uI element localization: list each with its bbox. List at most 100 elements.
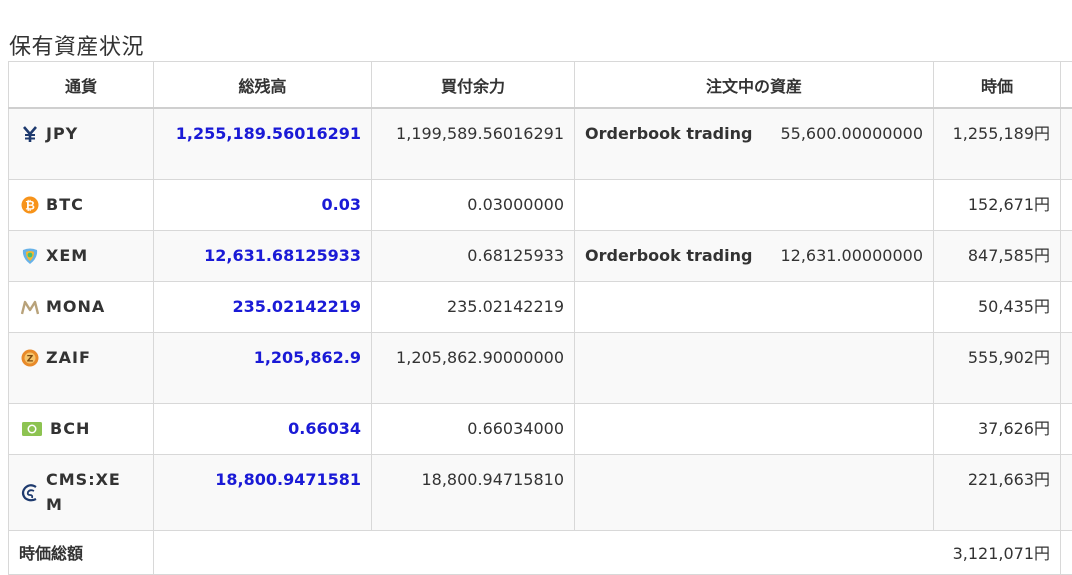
total-balance: 0.66034 [154, 404, 371, 441]
total-balance: 235.02142219 [154, 282, 371, 319]
buying-power-cell: 1,199,589.5601629​1 [372, 108, 575, 179]
col-header-market-value: 時価 [934, 62, 1061, 109]
spacer-cell [1061, 281, 1072, 332]
currency-name: JPY [46, 121, 78, 146]
table-row: XEM 12,631.68125933 0.68125933 Orderbook… [9, 230, 1072, 281]
buying-power: 0.68125933 [372, 231, 574, 268]
total-balance-cell: 0.66034 [154, 403, 372, 454]
page-title: 保有資産状況 [9, 29, 144, 61]
currency-name: MONA [46, 294, 105, 319]
in-order-cell [575, 332, 934, 403]
market-value-total-label: 時価総額 [9, 540, 153, 564]
market-value: 221,663円 [934, 455, 1060, 492]
market-value: 847,585円 [934, 231, 1060, 268]
spacer-cell [1061, 332, 1072, 403]
col-header-buying-power: 買付余力 [372, 62, 575, 109]
total-balance: 12,631.68125933 [154, 231, 371, 268]
table-row: Z ZAIF 1,205,862.9 1,205,862.9000000​0 5… [9, 332, 1072, 403]
spacer-cell [1061, 403, 1072, 454]
total-value-cell: 3,121,071円 [154, 530, 1061, 574]
market-value-cell: 1,255,189円 [934, 108, 1061, 179]
market-value-cell: 555,902円 [934, 332, 1061, 403]
buying-power-cell: 0.66034000 [372, 403, 575, 454]
spacer-cell [1061, 454, 1072, 530]
buying-power-cell: 235.02142219 [372, 281, 575, 332]
buying-power-cell: 1,205,862.9000000​0 [372, 332, 575, 403]
total-balance: 0.03 [154, 180, 371, 217]
table-row: BCH 0.66034 0.66034000 37,626円 [9, 403, 1072, 454]
cms-icon [21, 484, 39, 502]
total-balance-cell: 1,205,862.9 [154, 332, 372, 403]
assets-table: 通貨 総残高 買付余力 注文中の資産 時価 JPY 1,255,189.560 [8, 61, 1072, 575]
order-amount: 55,600.00000000 [780, 121, 923, 146]
zaif-icon: Z [21, 349, 39, 367]
svg-text:₿: ₿ [25, 198, 35, 212]
total-balance-cell: 18,800.9471581 [154, 454, 372, 530]
buying-power: 1,205,862.9000000​0 [372, 333, 574, 370]
in-order-cell: Orderbook trading 55,600.00000000 [575, 108, 934, 179]
currency-cell: BCH [9, 403, 154, 454]
buying-power-cell: 0.03000000 [372, 179, 575, 230]
total-balance: 1,255,189.5601629​1 [154, 109, 371, 146]
col-header-total-balance: 総残高 [154, 62, 372, 109]
in-order-cell: Orderbook trading 12,631.00000000 [575, 230, 934, 281]
table-header-row: 通貨 総残高 買付余力 注文中の資産 時価 [9, 62, 1072, 109]
currency-name: XEM [46, 243, 88, 268]
spacer-cell [1061, 530, 1072, 574]
buying-power: 1,199,589.5601629​1 [372, 109, 574, 146]
in-order-cell [575, 281, 934, 332]
currency-cell: XEM [9, 230, 154, 281]
in-order-cell [575, 179, 934, 230]
market-value-cell: 50,435円 [934, 281, 1061, 332]
col-header-spacer [1061, 62, 1072, 109]
total-balance: 18,800.9471581 [154, 455, 371, 492]
buying-power: 0.03000000 [372, 180, 574, 217]
total-balance: 1,205,862.9 [154, 333, 371, 370]
total-balance-cell: 12,631.68125933 [154, 230, 372, 281]
col-header-currency: 通貨 [9, 62, 154, 109]
table-row: JPY 1,255,189.5601629​1 1,199,589.560162… [9, 108, 1072, 179]
currency-name: ZAIF [46, 345, 91, 370]
market-value-cell: 847,585円 [934, 230, 1061, 281]
bitcoin-cash-icon [21, 420, 43, 438]
table-row: ₿ BTC 0.03 0.03000000 152,671円 [9, 179, 1072, 230]
currency-cell: Z ZAIF [9, 332, 154, 403]
currency-cell: CMS:XEM [9, 454, 154, 530]
nem-icon [21, 247, 39, 265]
market-value: 152,671円 [934, 180, 1060, 217]
spacer-cell [1061, 108, 1072, 179]
buying-power-cell: 0.68125933 [372, 230, 575, 281]
currency-name: BCH [50, 416, 90, 441]
market-value: 555,902円 [934, 333, 1060, 370]
market-value: 1,255,189円 [934, 109, 1060, 146]
in-order-cell [575, 454, 934, 530]
col-header-assets-in-order: 注文中の資産 [575, 62, 934, 109]
market-value-cell: 37,626円 [934, 403, 1061, 454]
market-value: 37,626円 [934, 404, 1060, 441]
market-value-total: 3,121,071円 [154, 540, 1060, 564]
currency-cell: ₿ BTC [9, 179, 154, 230]
spacer-cell [1061, 179, 1072, 230]
yen-icon [21, 125, 39, 143]
svg-text:Z: Z [27, 354, 34, 364]
total-balance-cell: 235.02142219 [154, 281, 372, 332]
currency-name: CMS:XEM [46, 467, 130, 517]
buying-power: 235.02142219 [372, 282, 574, 319]
in-order-cell [575, 403, 934, 454]
monacoin-icon [21, 298, 39, 316]
total-label-cell: 時価総額 [9, 530, 154, 574]
order-amount: 12,631.00000000 [780, 243, 923, 268]
buying-power: 0.66034000 [372, 404, 574, 441]
currency-cell: JPY [9, 108, 154, 179]
market-value-total-row: 時価総額 3,121,071円 [9, 530, 1072, 574]
market-value: 50,435円 [934, 282, 1060, 319]
table-row: CMS:XEM 18,800.9471581 18,800.94715810 2… [9, 454, 1072, 530]
table-row: MONA 235.02142219 235.02142219 50,435円 [9, 281, 1072, 332]
market-value-cell: 152,671円 [934, 179, 1061, 230]
order-type-label: Orderbook trading [585, 243, 752, 268]
currency-name: BTC [46, 192, 84, 217]
market-value-cell: 221,663円 [934, 454, 1061, 530]
currency-cell: MONA [9, 281, 154, 332]
spacer-cell [1061, 230, 1072, 281]
order-type-label: Orderbook trading [585, 121, 752, 146]
